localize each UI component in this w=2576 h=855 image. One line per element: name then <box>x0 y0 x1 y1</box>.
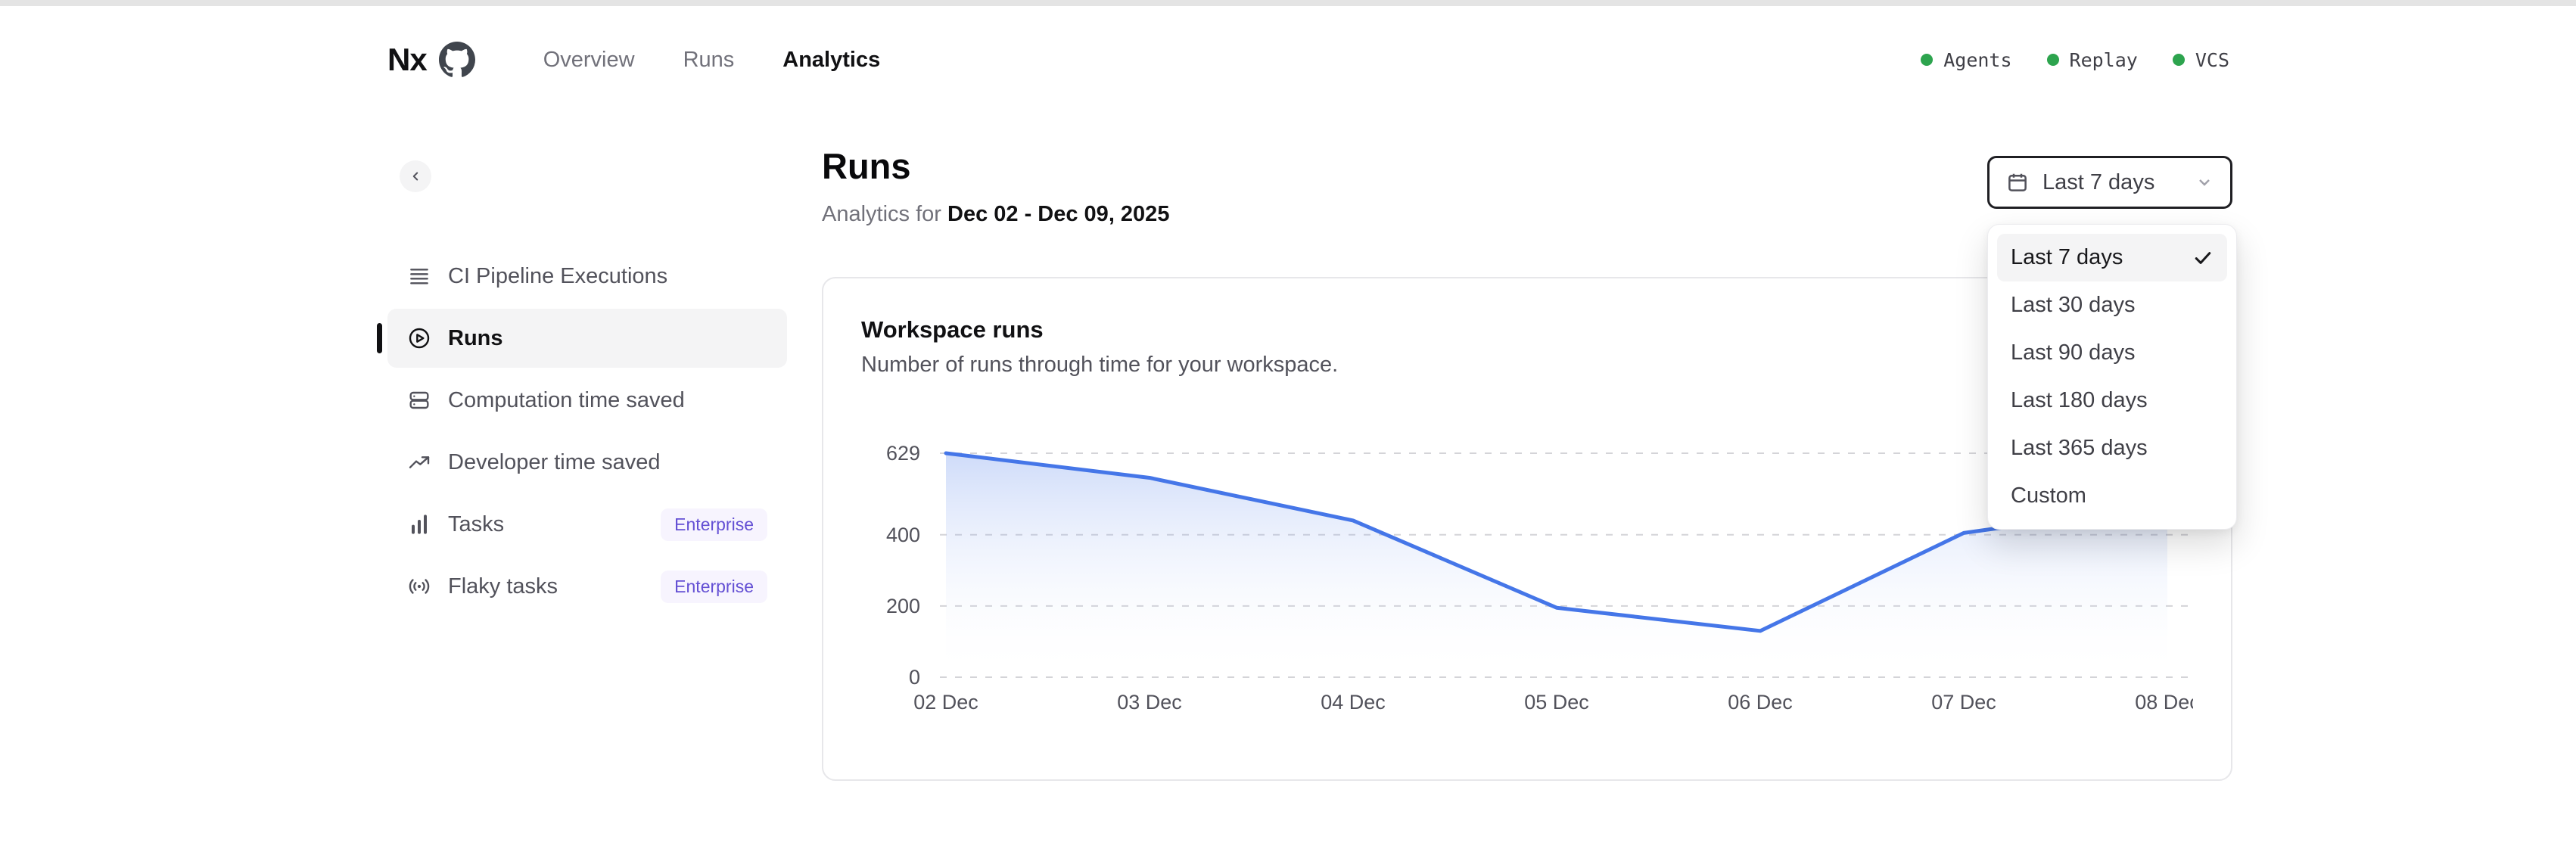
menu-item-label: Last 30 days <box>2011 293 2135 318</box>
active-indicator-bar <box>377 323 382 353</box>
menu-item-label: Last 365 days <box>2011 436 2148 461</box>
nav-overview[interactable]: Overview <box>543 48 635 73</box>
enterprise-badge: Enterprise <box>661 571 767 603</box>
menu-item-label: Last 90 days <box>2011 340 2135 365</box>
chevron-left-icon <box>409 169 422 183</box>
status-dot-icon <box>2047 54 2059 66</box>
menu-item-last-7-days[interactable]: Last 7 days <box>1997 234 2227 281</box>
app-header: Nx Overview Runs Analytics Agents Replay… <box>0 6 2576 113</box>
rows-icon <box>407 264 431 288</box>
sidebar-item-runs[interactable]: Runs <box>387 309 787 368</box>
sidebar-item-computation-time-saved[interactable]: Computation time saved <box>387 371 787 430</box>
menu-item-last-365-days[interactable]: Last 365 days <box>1997 424 2227 472</box>
svg-text:05 Dec: 05 Dec <box>1524 691 1589 714</box>
svg-text:629: 629 <box>886 442 920 465</box>
sidebar-item-tasks[interactable]: Tasks Enterprise <box>387 495 787 554</box>
svg-text:04 Dec: 04 Dec <box>1321 691 1386 714</box>
nx-logo-text: Nx <box>387 42 427 78</box>
primary-nav: Overview Runs Analytics <box>543 48 881 73</box>
play-circle-icon <box>407 326 431 350</box>
nav-analytics[interactable]: Analytics <box>782 48 880 73</box>
enterprise-badge: Enterprise <box>661 508 767 541</box>
github-icon <box>439 42 475 78</box>
svg-text:02 Dec: 02 Dec <box>913 691 978 714</box>
sidebar-item-flaky-tasks[interactable]: Flaky tasks Enterprise <box>387 557 787 616</box>
radio-signal-icon <box>407 574 431 598</box>
status-label: Replay <box>2070 49 2138 71</box>
status-vcs[interactable]: VCS <box>2173 49 2229 71</box>
menu-item-custom[interactable]: Custom <box>1997 472 2227 520</box>
menu-item-last-180-days[interactable]: Last 180 days <box>1997 377 2227 424</box>
sidebar-nav: CI Pipeline Executions Runs Computati <box>387 247 787 616</box>
status-label: VCS <box>2195 49 2229 71</box>
content-area: CI Pipeline Executions Runs Computati <box>0 113 2576 781</box>
bar-chart-icon <box>407 512 431 536</box>
calendar-icon <box>2006 171 2029 194</box>
svg-text:0: 0 <box>909 666 920 689</box>
date-range-dropdown: Last 7 days Last 7 days Last 30 days <box>1987 156 2232 209</box>
trending-up-icon <box>407 450 431 474</box>
status-label: Agents <box>1943 49 2011 71</box>
sidebar-item-label: Developer time saved <box>448 450 660 475</box>
server-icon <box>407 388 431 412</box>
sidebar: CI Pipeline Executions Runs Computati <box>387 113 787 781</box>
main-content: Runs Analytics for Dec 02 - Dec 09, 2025… <box>822 113 2232 781</box>
svg-text:08 Dec: 08 Dec <box>2135 691 2193 714</box>
status-dot-icon <box>1921 54 1933 66</box>
menu-item-last-90-days[interactable]: Last 90 days <box>1997 329 2227 377</box>
check-icon <box>2192 247 2214 269</box>
sidebar-collapse-button[interactable] <box>400 160 431 192</box>
nx-cloud-analytics-page: Nx Overview Runs Analytics Agents Replay… <box>0 0 2576 781</box>
subtitle-date-range: Dec 02 - Dec 09, 2025 <box>947 202 1169 226</box>
date-range-menu: Last 7 days Last 30 days Last 90 days La… <box>1987 224 2237 530</box>
svg-text:06 Dec: 06 Dec <box>1728 691 1793 714</box>
sidebar-item-label: Runs <box>448 326 503 351</box>
menu-item-label: Last 180 days <box>2011 388 2148 413</box>
menu-item-last-30-days[interactable]: Last 30 days <box>1997 281 2227 329</box>
status-replay[interactable]: Replay <box>2047 49 2138 71</box>
svg-text:07 Dec: 07 Dec <box>1931 691 1996 714</box>
sidebar-item-label: Flaky tasks <box>448 574 558 599</box>
status-group: Agents Replay VCS <box>1921 49 2229 71</box>
menu-item-label: Last 7 days <box>2011 245 2123 270</box>
svg-text:200: 200 <box>886 595 920 617</box>
subtitle-prefix: Analytics for <box>822 202 941 226</box>
status-agents[interactable]: Agents <box>1921 49 2011 71</box>
svg-text:400: 400 <box>886 524 920 546</box>
status-dot-icon <box>2173 54 2185 66</box>
menu-item-label: Custom <box>2011 483 2086 508</box>
window-top-strip <box>0 0 2576 6</box>
date-range-button[interactable]: Last 7 days <box>1987 156 2232 209</box>
sidebar-item-ci-pipeline-executions[interactable]: CI Pipeline Executions <box>387 247 787 306</box>
chevron-down-icon <box>2195 173 2214 191</box>
date-range-label: Last 7 days <box>2042 170 2154 195</box>
sidebar-item-label: Tasks <box>448 512 504 537</box>
sidebar-item-label: Computation time saved <box>448 388 685 413</box>
sidebar-item-label: CI Pipeline Executions <box>448 264 667 289</box>
logo[interactable]: Nx <box>387 42 475 78</box>
svg-text:03 Dec: 03 Dec <box>1117 691 1182 714</box>
sidebar-item-developer-time-saved[interactable]: Developer time saved <box>387 433 787 492</box>
nav-runs[interactable]: Runs <box>683 48 735 73</box>
